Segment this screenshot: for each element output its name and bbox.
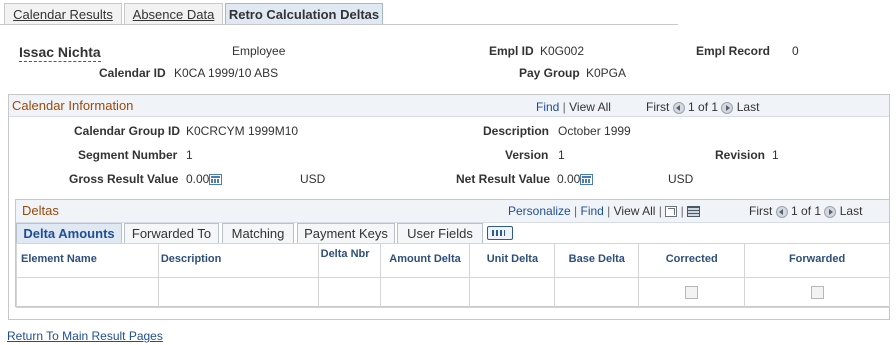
cell-unit-delta	[469, 277, 556, 308]
version-label: Version	[505, 148, 549, 162]
return-to-main-link[interactable]: Return To Main Result Pages	[7, 329, 163, 343]
col-amount-delta: Amount Delta	[379, 243, 471, 278]
calendar-info-nav: Find | View All	[536, 100, 611, 114]
tab-payment-keys[interactable]: Payment Keys	[297, 223, 395, 243]
previous-row-icon[interactable]	[672, 101, 685, 114]
download-grid-icon[interactable]	[687, 206, 701, 218]
deltas-title: Deltas	[22, 203, 59, 218]
show-all-columns-icon	[487, 225, 513, 240]
segment-number-label: Segment Number	[78, 148, 178, 162]
empl-id-label: Empl ID	[489, 44, 534, 58]
revision-value: 1	[772, 148, 779, 162]
calendar-group-id-label: Calendar Group ID	[74, 124, 181, 138]
new-window-icon[interactable]	[665, 206, 678, 218]
col-base-delta: Base Delta	[554, 243, 640, 278]
net-result-value: 0.00	[557, 172, 594, 186]
empl-record-value: 0	[792, 44, 799, 58]
cell-element-name	[16, 277, 159, 308]
calendar-information-title: Calendar Information	[12, 98, 134, 113]
gross-result-label: Gross Result Value	[69, 172, 179, 186]
tab-calendar-results[interactable]: Calendar Results	[4, 3, 122, 24]
col-forwarded: Forwarded	[744, 243, 890, 278]
tab-retro-calculation-deltas[interactable]: Retro Calculation Deltas	[225, 3, 383, 24]
show-all-columns-button[interactable]	[487, 225, 513, 240]
corrected-checkbox[interactable]	[685, 286, 699, 299]
calendar-id-value: K0CA 1999/10 ABS	[174, 66, 279, 80]
employee-role: Employee	[232, 44, 286, 58]
last-label: Last	[839, 204, 863, 218]
deltas-pager: First 1 of 1 Last	[749, 204, 862, 218]
cell-base-delta	[554, 277, 640, 308]
employee-name: Issac Nichta	[19, 44, 101, 62]
description-value: October 1999	[558, 124, 631, 138]
cell-corrected	[638, 277, 746, 308]
gross-result-value: 0.00	[186, 172, 223, 186]
description-label: Description	[483, 124, 550, 138]
view-all-link[interactable]: View All	[569, 100, 611, 114]
deltas-grid: Element Name Description Delta Nbr Amoun…	[16, 243, 890, 308]
col-element-name: Element Name	[16, 243, 159, 278]
version-value: 1	[558, 148, 565, 162]
net-result-label: Net Result Value	[456, 172, 551, 186]
cell-description	[157, 277, 319, 308]
revision-label: Revision	[715, 148, 766, 162]
deltas-nav: Personalize | Find | View All | |	[508, 204, 701, 218]
row-counter: 1 of 1	[688, 100, 719, 114]
view-all-link[interactable]: View All	[614, 204, 656, 218]
find-link[interactable]: Find	[536, 100, 559, 114]
cell-amount-delta	[379, 277, 471, 308]
empl-id-value: K0G002	[540, 44, 585, 58]
tab-forwarded-to[interactable]: Forwarded To	[124, 223, 219, 243]
next-row-icon[interactable]	[824, 205, 837, 218]
col-delta-nbr: Delta Nbr	[317, 243, 381, 278]
empl-record-label: Empl Record	[696, 44, 771, 58]
calendar-group-id-value: K0CRCYM 1999M10	[186, 124, 299, 138]
previous-row-icon[interactable]	[775, 205, 788, 218]
col-description: Description	[157, 243, 319, 278]
tab-user-fields[interactable]: User Fields	[397, 223, 483, 243]
first-label: First	[646, 100, 670, 114]
calculator-icon[interactable]	[580, 174, 594, 186]
pay-group-label: Pay Group	[519, 66, 580, 80]
calendar-info-pager: First 1 of 1 Last	[646, 100, 759, 114]
col-corrected: Corrected	[638, 243, 746, 278]
gross-currency: USD	[300, 172, 326, 186]
tab-absence-data[interactable]: Absence Data	[124, 3, 223, 24]
pay-group-value: K0PGA	[586, 66, 627, 80]
personalize-link[interactable]: Personalize	[508, 204, 571, 218]
cell-forwarded	[744, 277, 890, 308]
tab-delta-amounts[interactable]: Delta Amounts	[16, 223, 122, 243]
col-unit-delta: Unit Delta	[469, 243, 556, 278]
tab-matching[interactable]: Matching	[222, 223, 294, 243]
segment-number-value: 1	[186, 148, 193, 162]
calendar-id-label: Calendar ID	[99, 66, 166, 80]
calculator-icon[interactable]	[209, 174, 223, 186]
first-label: First	[749, 204, 773, 218]
last-label: Last	[736, 100, 760, 114]
find-link[interactable]: Find	[581, 204, 604, 218]
next-row-icon[interactable]	[721, 101, 734, 114]
row-counter: 1 of 1	[791, 204, 822, 218]
cell-delta-nbr	[317, 277, 381, 308]
net-currency: USD	[668, 172, 694, 186]
tab-underline	[0, 24, 678, 25]
grid-header-row: Element Name Description Delta Nbr Amoun…	[16, 243, 890, 278]
table-row	[16, 277, 890, 308]
forwarded-checkbox[interactable]	[810, 286, 824, 299]
